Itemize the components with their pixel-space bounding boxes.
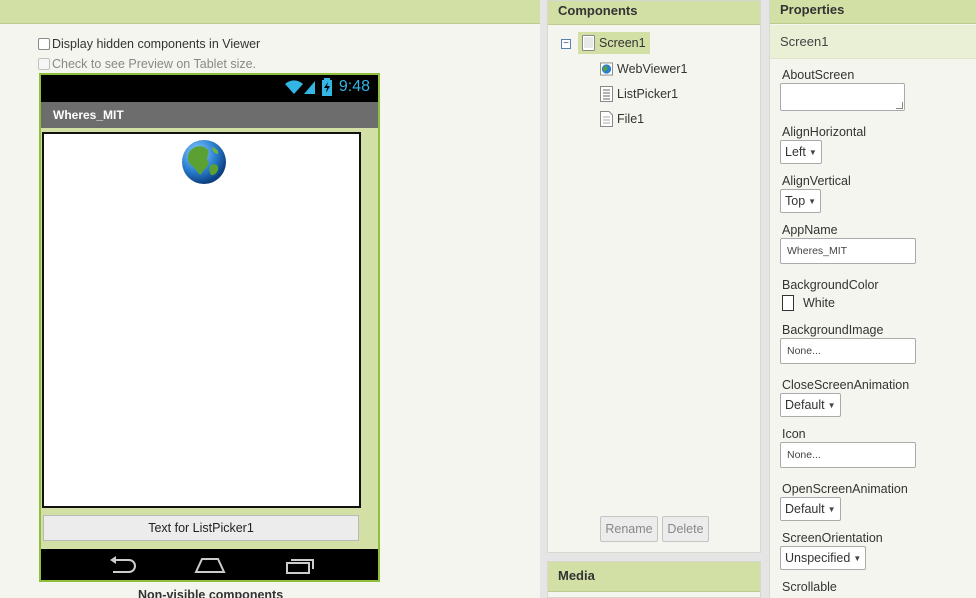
tree-collapse-toggle[interactable]: − [561,39,571,49]
rename-button[interactable]: Rename [600,516,658,542]
icon-label: Icon [782,427,806,441]
tablet-preview-label: Check to see Preview on Tablet size. [52,57,257,71]
selected-component-name: Screen1 [770,25,976,59]
screen-orientation-label: ScreenOrientation [782,531,883,545]
close-screen-animation-value: Default [785,398,825,412]
background-image-picker[interactable]: None... [780,338,916,364]
display-hidden-label: Display hidden components in Viewer [52,37,261,51]
screen-orientation-dropdown[interactable]: Unspecified ▼ [780,546,867,570]
tablet-preview-checkbox[interactable] [38,58,50,70]
align-vertical-dropdown[interactable]: Top ▼ [780,189,822,213]
background-image-label: BackgroundImage [782,323,884,337]
webviewer-preview[interactable] [42,132,361,508]
scrollable-label: Scrollable [782,580,837,594]
viewer-header [0,0,540,24]
media-panel: Media [547,561,761,598]
align-horizontal-label: AlignHorizontal [782,125,867,139]
tree-item-webviewer1[interactable]: WebViewer1 [600,61,687,77]
tree-item-label: ListPicker1 [617,87,679,101]
file-icon [600,111,613,127]
nonvisible-components-label: Non-visible components [138,588,284,598]
components-header: Components [548,1,760,25]
background-color-label: BackgroundColor [782,278,879,292]
globe-icon [182,140,226,184]
close-screen-animation-dropdown[interactable]: Default ▼ [780,393,841,417]
display-hidden-checkbox[interactable] [38,38,50,50]
open-screen-animation-dropdown[interactable]: Default ▼ [780,497,841,521]
caret-down-icon: ▼ [853,553,862,563]
recents-icon [286,559,314,574]
tree-item-screen1[interactable]: Screen1 [578,32,650,54]
viewer-panel: Display hidden components in Viewer Chec… [0,0,540,598]
align-horizontal-dropdown[interactable]: Left ▼ [780,140,822,164]
webviewer-icon [600,62,613,76]
app-name-input[interactable]: Wheres_MIT [780,238,916,264]
home-icon [194,558,226,573]
media-header: Media [548,562,760,592]
battery-icon [321,78,332,96]
background-color-value[interactable]: White [803,296,835,310]
app-name-label: AppName [782,223,838,237]
about-screen-textarea[interactable] [780,83,905,111]
phone-preview: 9:48 Wheres_MIT Text for ListPicker1 [39,73,380,582]
tree-item-listpicker1[interactable]: ListPicker1 [600,86,678,102]
resize-grip-icon[interactable] [896,102,903,109]
screen-title: Wheres_MIT [41,102,378,128]
signal-icon [303,81,315,94]
caret-down-icon: ▼ [827,400,836,410]
icon-picker[interactable]: None... [780,442,916,468]
components-panel: Components − Screen1 WebViewer1 ListPick… [547,0,761,553]
listpicker-icon [600,86,613,102]
status-bar: 9:48 [41,75,378,102]
align-vertical-label: AlignVertical [782,174,851,188]
about-screen-label: AboutScreen [782,68,855,82]
nav-bar [41,549,378,580]
delete-button[interactable]: Delete [662,516,709,542]
screen-icon [582,35,595,51]
align-vertical-value: Top [785,194,806,208]
tree-item-label: WebViewer1 [617,62,688,76]
display-hidden-row[interactable]: Display hidden components in Viewer [38,37,260,51]
caret-down-icon: ▼ [808,196,817,206]
open-screen-animation-label: OpenScreenAnimation [782,482,908,496]
caret-down-icon: ▼ [827,504,836,514]
close-screen-animation-label: CloseScreenAnimation [782,378,910,392]
back-icon [110,556,136,573]
screen-orientation-value: Unspecified [785,551,851,565]
status-time: 9:48 [338,78,370,95]
tree-item-label: Screen1 [599,36,646,50]
listpicker-preview[interactable]: Text for ListPicker1 [43,515,359,541]
open-screen-animation-value: Default [785,502,825,516]
align-horizontal-value: Left [785,145,806,159]
background-color-swatch[interactable] [782,295,794,311]
tree-item-file1[interactable]: File1 [600,111,644,127]
tablet-preview-row[interactable]: Check to see Preview on Tablet size. [38,57,256,71]
properties-panel: Properties Screen1 AboutScreen AlignHori… [769,0,976,598]
properties-header: Properties [770,0,976,24]
wifi-icon [284,80,303,94]
caret-down-icon: ▼ [808,147,817,157]
tree-item-label: File1 [617,112,645,126]
